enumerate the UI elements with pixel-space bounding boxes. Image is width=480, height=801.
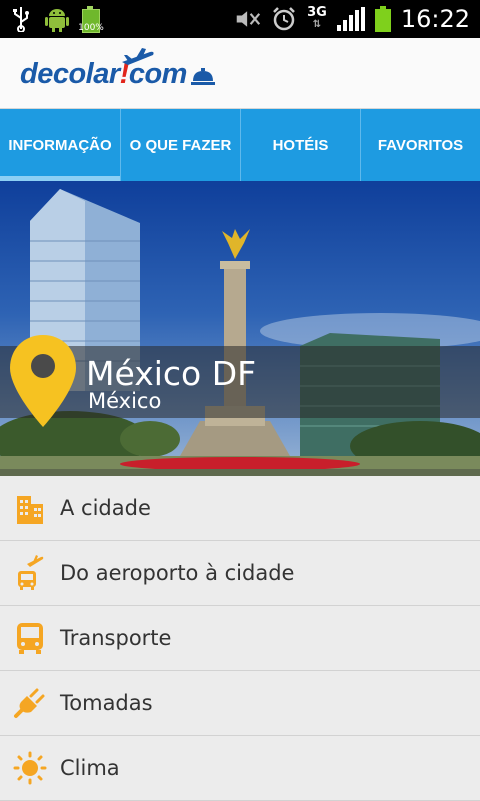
battery-icon <box>374 6 391 32</box>
app-header: decolar!com <box>0 38 480 109</box>
battery-percent-label: 100% <box>78 23 104 33</box>
signal-icon <box>336 7 365 31</box>
plane-icon <box>122 48 154 65</box>
city-title: México DF <box>86 354 257 393</box>
3g-icon: 3G ⇅ <box>307 5 327 30</box>
menu-item-label: Do aeroporto à cidade <box>60 561 295 585</box>
tab-o-que-fazer[interactable]: O QUE FAZER <box>120 109 240 181</box>
menu-item-clima[interactable]: Clima <box>0 736 480 801</box>
battery-icon: 100% <box>78 5 104 33</box>
city-hero-image: México DF México <box>0 181 480 476</box>
menu-item-aeroporto-cidade[interactable]: Do aeroporto à cidade <box>0 541 480 606</box>
logo-text: decolar!com <box>20 57 187 90</box>
tab-label: HOTÉIS <box>272 136 329 154</box>
mute-icon <box>235 6 261 32</box>
buildings-icon <box>0 476 60 541</box>
status-bar: 100% 3G ⇅ 16:22 <box>0 0 480 38</box>
sun-icon <box>0 736 60 801</box>
tab-favoritos[interactable]: FAVORITOS <box>360 109 480 181</box>
tab-hoteis[interactable]: HOTÉIS <box>240 109 360 181</box>
usb-icon <box>8 6 34 32</box>
bell-icon <box>190 68 215 85</box>
location-pin-icon <box>10 335 76 427</box>
city-photo <box>0 189 480 476</box>
menu-item-transporte[interactable]: Transporte <box>0 606 480 671</box>
android-icon <box>44 6 70 32</box>
bus-icon <box>0 606 60 671</box>
info-menu-list: A cidade Do aeroporto à cidade Transport… <box>0 476 480 801</box>
alarm-icon <box>271 6 297 32</box>
menu-item-label: Clima <box>60 756 120 780</box>
airport-bus-icon <box>0 541 60 606</box>
menu-item-a-cidade[interactable]: A cidade <box>0 476 480 541</box>
menu-item-tomadas[interactable]: Tomadas <box>0 671 480 736</box>
country-subtitle: México <box>88 389 162 413</box>
tab-label: INFORMAÇÃO <box>8 136 112 154</box>
tab-label: O QUE FAZER <box>129 136 232 154</box>
network-label: 3G <box>307 5 327 20</box>
clock: 16:22 <box>400 5 470 33</box>
tab-informacao[interactable]: INFORMAÇÃO <box>0 109 120 181</box>
decolar-logo[interactable]: decolar!com <box>20 48 215 96</box>
tab-bar: INFORMAÇÃO O QUE FAZER HOTÉIS FAVORITOS <box>0 109 480 181</box>
logo-word-1: decolar <box>20 57 120 90</box>
menu-item-label: Tomadas <box>60 691 153 715</box>
plug-icon <box>0 671 60 736</box>
tab-label: FAVORITOS <box>377 136 464 154</box>
menu-item-label: Transporte <box>60 626 172 650</box>
menu-item-label: A cidade <box>60 496 151 520</box>
